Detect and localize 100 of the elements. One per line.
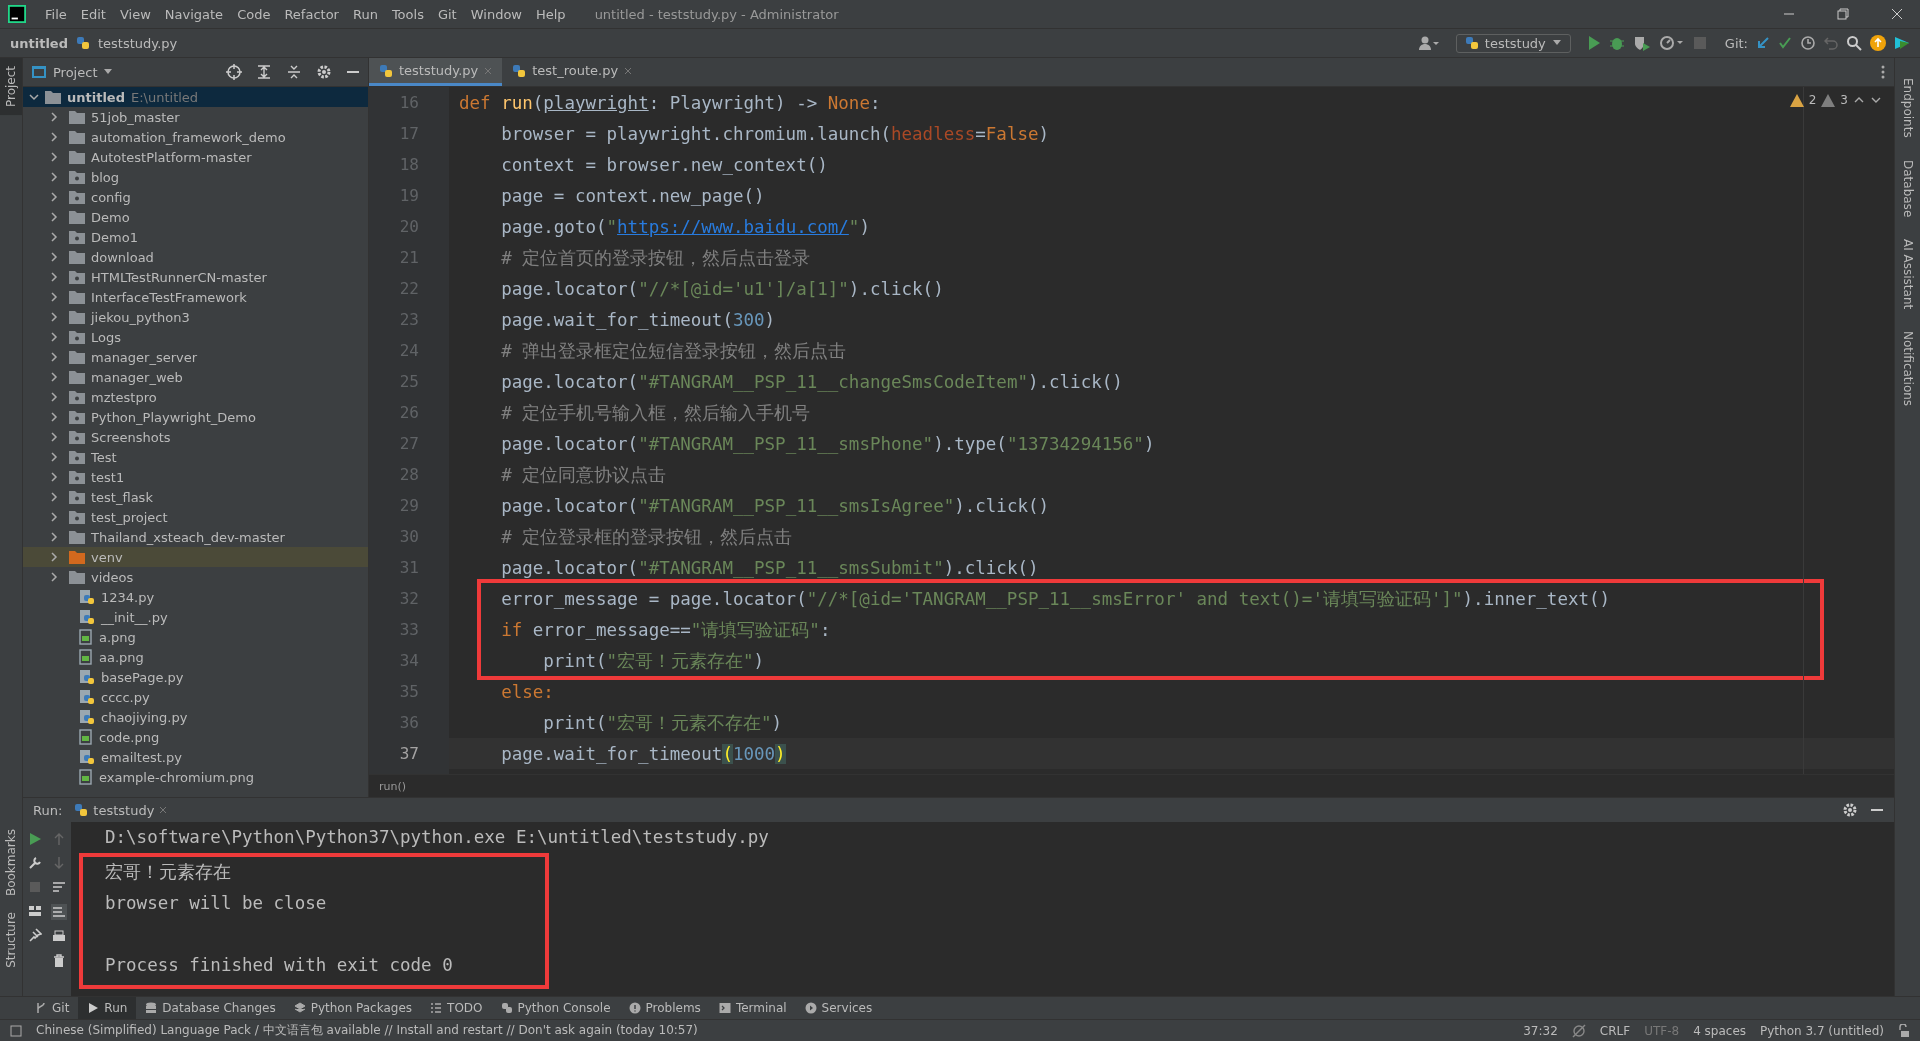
tool-window-button[interactable]: TODO	[421, 997, 492, 1019]
update-icon[interactable]	[1870, 35, 1886, 51]
print-icon[interactable]	[52, 930, 66, 944]
tree-item[interactable]: emailtest.py	[23, 747, 368, 767]
tree-item[interactable]: automation_framework_demo	[23, 127, 368, 147]
tool-window-tab[interactable]: Notifications	[1895, 331, 1920, 407]
menu-item[interactable]: Code	[230, 6, 278, 22]
chevron-icon[interactable]	[49, 372, 59, 382]
run-icon[interactable]	[28, 832, 42, 846]
chevron-icon[interactable]	[49, 532, 59, 542]
menu-item[interactable]: Edit	[73, 6, 113, 22]
chevron-icon[interactable]	[49, 192, 59, 202]
plugin-logo-icon[interactable]	[1894, 35, 1910, 51]
chevron-icon[interactable]	[49, 492, 59, 502]
interpreter-setting[interactable]: Python 3.7 (untitled)	[1760, 1023, 1884, 1038]
gauge-dropdown-icon[interactable]	[1658, 35, 1685, 51]
chevron-icon[interactable]	[49, 172, 59, 182]
bug-icon[interactable]	[1608, 35, 1625, 51]
tool-window-button[interactable]: Database Changes	[136, 997, 285, 1019]
tree-item[interactable]: download	[23, 247, 368, 267]
tree-item[interactable]: HTMLTestRunnerCN-master	[23, 267, 368, 287]
tree-item[interactable]: Python_Playwright_Demo	[23, 407, 368, 427]
menu-item[interactable]: Run	[345, 6, 385, 22]
chevron-icon[interactable]	[49, 332, 59, 342]
next-icon[interactable]	[1870, 95, 1882, 105]
tree-item[interactable]: venv	[23, 547, 368, 567]
tree-item[interactable]: Thailand_xsteach_dev-master	[23, 527, 368, 547]
pin-icon[interactable]	[28, 928, 42, 942]
wrap-icon[interactable]	[52, 880, 66, 894]
tree-item[interactable]: AutotestPlatform-master	[23, 147, 368, 167]
tree-item[interactable]: a.png	[23, 627, 368, 647]
menu-item[interactable]: Help	[529, 6, 573, 22]
no-sync-icon[interactable]	[1571, 1023, 1586, 1038]
run-configuration-dropdown[interactable]: teststudy	[1455, 33, 1571, 53]
editor-tab[interactable]: test_route.py	[502, 58, 643, 86]
chevron-icon[interactable]	[49, 152, 59, 162]
tool-window-tab[interactable]: Database	[1895, 159, 1920, 217]
run-icon[interactable]	[1586, 35, 1601, 51]
user-icon[interactable]	[1417, 35, 1440, 51]
chevron-icon[interactable]	[49, 392, 59, 402]
line-separator[interactable]: CRLF	[1599, 1023, 1631, 1038]
expand-all-icon[interactable]	[256, 64, 272, 80]
tree-item[interactable]: code.png	[23, 727, 368, 747]
tree-item[interactable]: aa.png	[23, 647, 368, 667]
tree-item[interactable]: mztestpro	[23, 387, 368, 407]
tree-item[interactable]: 51job_master	[23, 107, 368, 127]
check-icon[interactable]	[1778, 36, 1792, 50]
tree-item[interactable]: Demo1	[23, 227, 368, 247]
tool-window-tab[interactable]: Endpoints	[1895, 78, 1920, 138]
tree-item[interactable]: example-chromium.png	[23, 767, 368, 787]
layout-icon[interactable]	[28, 904, 42, 918]
close-icon[interactable]	[1890, 7, 1904, 21]
tree-item[interactable]: basePage.py	[23, 667, 368, 687]
project-view-dropdown[interactable]: Project	[31, 64, 114, 80]
tool-window-tab[interactable]: Project	[0, 58, 22, 116]
settings-icon[interactable]	[1842, 802, 1858, 818]
tool-window-button[interactable]: Python Packages	[284, 997, 422, 1019]
tree-item[interactable]: test1	[23, 467, 368, 487]
tree-item[interactable]: Logs	[23, 327, 368, 347]
breadcrumb-item[interactable]: teststudy.py	[98, 35, 178, 51]
chevron-icon[interactable]	[49, 292, 59, 302]
scroll-end-icon[interactable]	[51, 904, 67, 920]
tree-item[interactable]: videos	[23, 567, 368, 587]
arrow-icon[interactable]	[1756, 36, 1770, 50]
tool-window-tab[interactable]: AI Assistant	[1895, 238, 1920, 310]
tree-item[interactable]: InterfaceTestFramework	[23, 287, 368, 307]
tool-window-tab[interactable]: Bookmarks	[0, 821, 22, 905]
search-icon[interactable]	[1846, 35, 1862, 51]
chevron-icon[interactable]	[49, 512, 59, 522]
chevron-icon[interactable]	[49, 552, 59, 562]
tool-window-button[interactable]: Python Console	[491, 997, 620, 1019]
tool-window-tab[interactable]: Structure	[0, 904, 22, 976]
tree-item[interactable]: Screenshots	[23, 427, 368, 447]
collapse-all-icon[interactable]	[286, 64, 302, 80]
tree-item[interactable]: blog	[23, 167, 368, 187]
cursor-position[interactable]: 37:32	[1523, 1023, 1558, 1038]
tree-item[interactable]: __init__.py	[23, 607, 368, 627]
tree-item[interactable]: untitled E:\untitled	[23, 87, 368, 107]
settings-icon[interactable]	[316, 64, 332, 80]
tree-item[interactable]: test_flask	[23, 487, 368, 507]
code-breadcrumb[interactable]: run()	[379, 779, 407, 793]
tree-item[interactable]: manager_web	[23, 367, 368, 387]
lock-icon[interactable]	[1898, 1023, 1910, 1038]
chevron-icon[interactable]	[49, 252, 59, 262]
menu-item[interactable]: View	[112, 6, 158, 22]
tool-window-button[interactable]: Terminal	[709, 997, 796, 1019]
previous-icon[interactable]	[1853, 95, 1865, 105]
tree-item[interactable]: chaojiying.py	[23, 707, 368, 727]
warning-icon[interactable]	[1821, 93, 1836, 107]
chevron-icon[interactable]	[49, 572, 59, 582]
tree-item[interactable]: config	[23, 187, 368, 207]
chevron-icon[interactable]	[49, 132, 59, 142]
menu-item[interactable]: Navigate	[157, 6, 231, 22]
restore-icon[interactable]	[1836, 7, 1850, 21]
chevron-icon[interactable]	[49, 432, 59, 442]
run-tab[interactable]: teststudy	[74, 802, 168, 818]
warning-icon[interactable]	[1789, 93, 1804, 107]
breadcrumb-item[interactable]: untitled	[10, 35, 68, 51]
menu-item[interactable]: File	[38, 6, 74, 22]
tree-item[interactable]: cccc.py	[23, 687, 368, 707]
